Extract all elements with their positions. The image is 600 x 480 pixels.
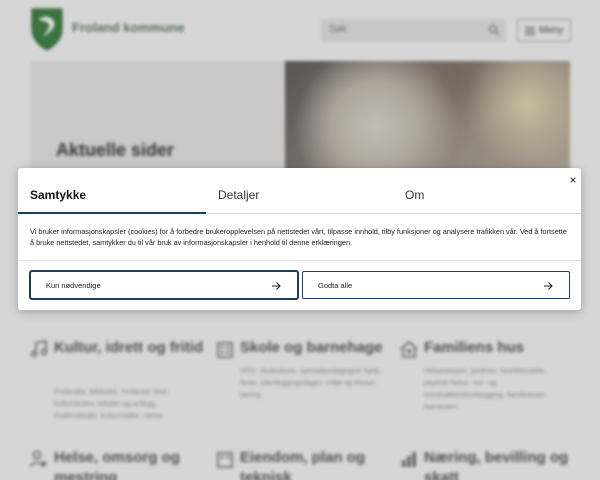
- tab-om[interactable]: Om: [405, 188, 424, 202]
- active-tab-indicator: [18, 212, 206, 214]
- arrow-right-icon: [272, 282, 281, 290]
- accept-all-button[interactable]: Godta alle: [302, 271, 570, 299]
- tab-detaljer[interactable]: Detaljer: [218, 188, 259, 202]
- necessary-only-label: Kun nødvendige: [46, 281, 101, 290]
- cookie-consent-dialog: Samtykke Detaljer Om × Vi bruker informa…: [18, 168, 581, 310]
- accept-all-label: Godta alle: [318, 281, 353, 290]
- divider: [18, 260, 581, 261]
- close-icon[interactable]: ×: [566, 173, 580, 187]
- arrow-right-icon: [544, 282, 553, 290]
- tab-samtykke[interactable]: Samtykke: [30, 188, 86, 202]
- necessary-only-button[interactable]: Kun nødvendige: [30, 271, 298, 299]
- consent-tabs: Samtykke Detaljer Om: [18, 168, 581, 214]
- consent-text: Vi bruker informasjonskapsler (cookies) …: [30, 227, 567, 247]
